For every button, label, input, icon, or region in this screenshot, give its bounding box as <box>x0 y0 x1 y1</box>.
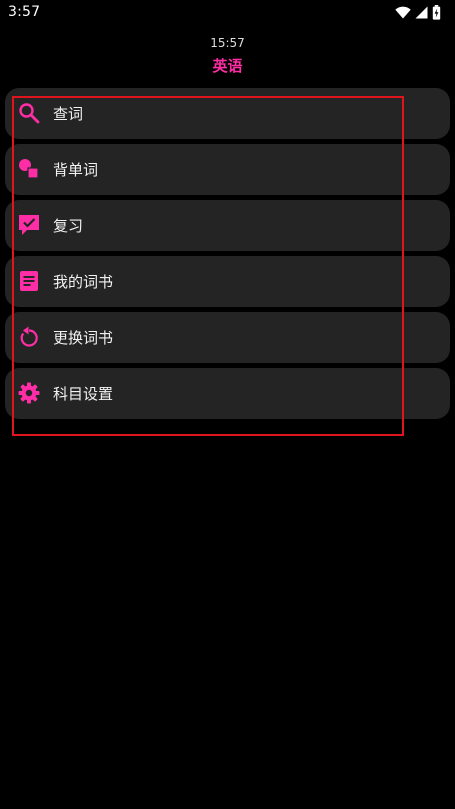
menu-item-memorize[interactable]: 背单词 <box>5 144 450 195</box>
status-time: 3:57 <box>8 4 41 20</box>
menu-item-label: 科目设置 <box>53 385 114 403</box>
wifi-icon <box>395 6 411 19</box>
menu-item-label: 复习 <box>53 217 84 235</box>
menu-item-label: 背单词 <box>53 161 99 179</box>
gear-icon <box>18 382 40 404</box>
menu-item-label: 更换词书 <box>53 329 114 347</box>
header-time: 15:57 <box>210 36 245 50</box>
menu-item-label: 查词 <box>53 105 84 123</box>
status-icons <box>395 4 441 20</box>
menu-item-lookup[interactable]: 查词 <box>5 88 450 139</box>
page-title: 英语 <box>212 57 243 75</box>
signal-icon <box>415 6 428 19</box>
check-chat-icon <box>18 214 40 236</box>
refresh-icon <box>18 326 40 348</box>
menu-item-change-wordbook[interactable]: 更换词书 <box>5 312 450 363</box>
menu-item-review[interactable]: 复习 <box>5 200 450 251</box>
battery-icon <box>432 4 441 20</box>
search-icon <box>18 102 40 124</box>
status-bar: 3:57 <box>0 0 455 26</box>
shapes-icon <box>18 158 40 180</box>
menu-item-subject-settings[interactable]: 科目设置 <box>5 368 450 419</box>
screen: 3:57 15:57 英语 查词 背单词 复习 我的词书 更换词书 科目设置 <box>0 0 455 809</box>
menu-list: 查词 背单词 复习 我的词书 更换词书 科目设置 <box>5 88 450 424</box>
notebook-icon <box>18 270 40 292</box>
menu-item-my-wordbooks[interactable]: 我的词书 <box>5 256 450 307</box>
menu-item-label: 我的词书 <box>53 273 114 291</box>
